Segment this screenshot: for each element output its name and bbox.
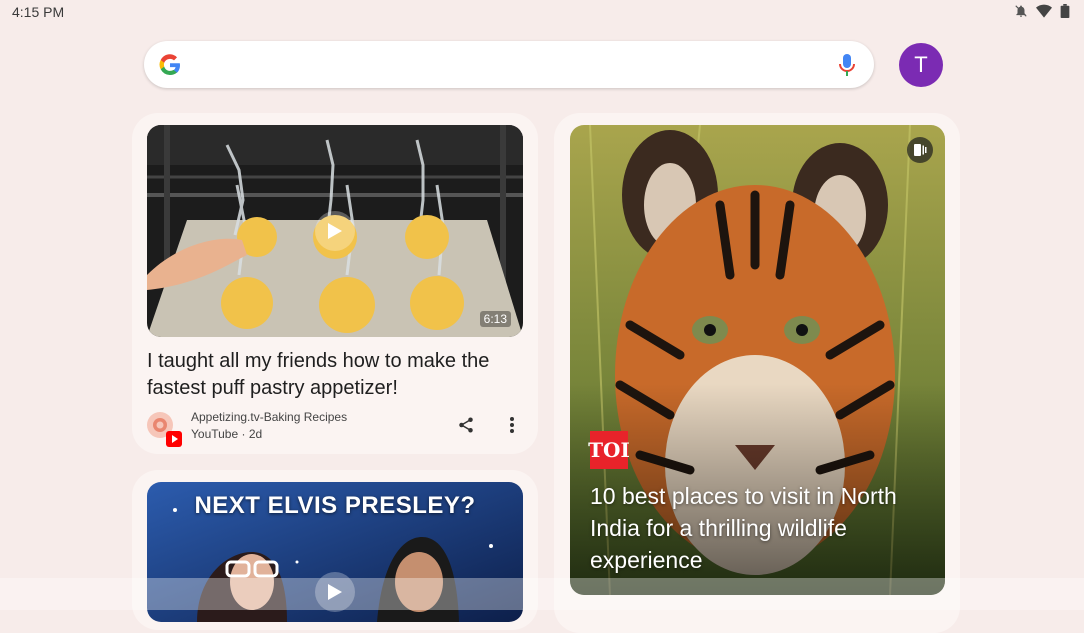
web-stories-icon[interactable] bbox=[907, 137, 933, 163]
status-time: 4:15 PM bbox=[12, 4, 65, 20]
nav-bar-overlay bbox=[0, 578, 1084, 610]
source-row: Appetizing.tv-Baking Recipes YouTube · 2… bbox=[147, 408, 523, 448]
more-vert-icon[interactable] bbox=[509, 416, 515, 439]
thumbnail-text: NEXT ELVIS PRESLEY? bbox=[194, 492, 476, 519]
status-icons bbox=[1014, 4, 1070, 18]
battery-icon bbox=[1060, 4, 1070, 18]
channel-logo-icon bbox=[147, 412, 182, 447]
notifications-off-icon bbox=[1014, 4, 1028, 18]
wifi-icon bbox=[1036, 4, 1052, 18]
publisher-logo: TOI bbox=[588, 431, 630, 469]
share-icon[interactable] bbox=[457, 416, 475, 439]
video-thumbnail[interactable]: 6:13 bbox=[147, 125, 523, 337]
mic-icon[interactable] bbox=[838, 53, 856, 82]
story-card[interactable]: TOI 10 best places to visit in North Ind… bbox=[554, 113, 960, 633]
play-icon[interactable] bbox=[315, 211, 355, 251]
video-card[interactable]: 6:13 I taught all my friends how to make… bbox=[132, 113, 538, 454]
search-bar[interactable] bbox=[144, 41, 874, 88]
video-duration: 6:13 bbox=[479, 311, 511, 327]
google-g-icon bbox=[158, 53, 182, 77]
source-meta: YouTube · 2d bbox=[191, 427, 263, 441]
source-name: Appetizing.tv-Baking Recipes bbox=[191, 410, 348, 424]
story-title[interactable]: 10 best places to visit in North India f… bbox=[590, 480, 935, 576]
account-avatar[interactable]: T bbox=[899, 43, 943, 87]
story-image[interactable]: TOI 10 best places to visit in North Ind… bbox=[570, 125, 945, 595]
video-title[interactable]: I taught all my friends how to make the … bbox=[147, 348, 523, 402]
status-bar: 4:15 PM bbox=[0, 0, 1084, 24]
